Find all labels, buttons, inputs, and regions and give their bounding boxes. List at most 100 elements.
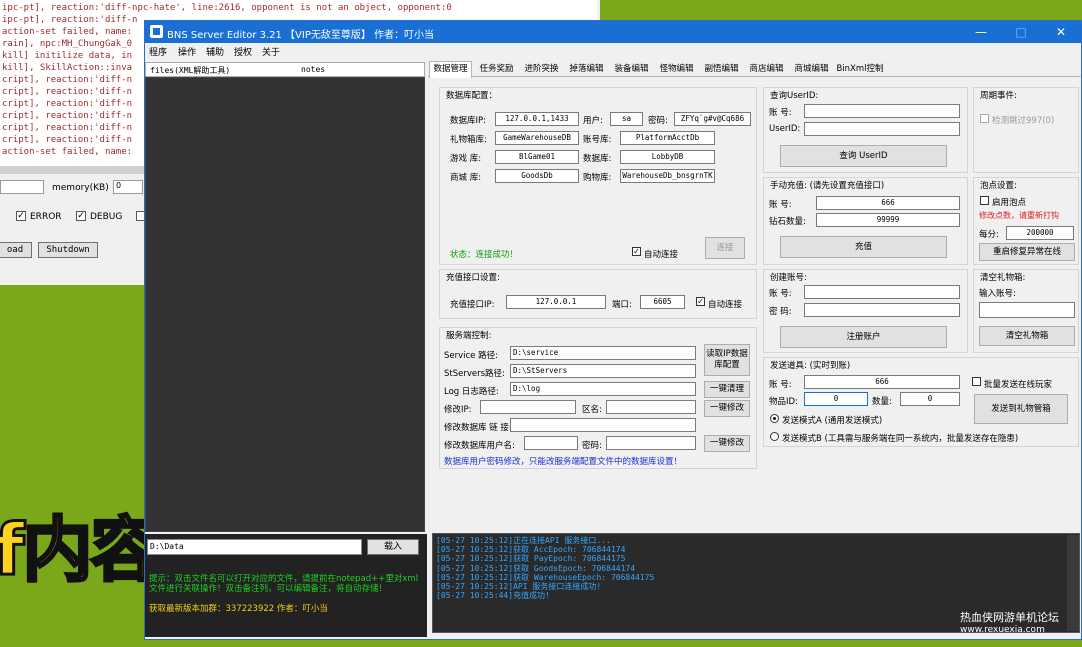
background-scrollbar[interactable] <box>0 166 145 174</box>
tab-mall-edit[interactable]: 商城编辑 <box>790 62 833 77</box>
menu-license[interactable]: 授权 <box>234 45 252 58</box>
clear-gift-button[interactable]: 清空礼物箱 <box>979 326 1075 346</box>
api-auto-connect-checkbox[interactable]: ✓ <box>696 297 705 306</box>
log-path-input[interactable]: D:\log <box>510 382 696 396</box>
send-mode-b-radio[interactable] <box>770 432 779 441</box>
db-pwd-input[interactable]: ZFYq`g#v@Cq686 <box>674 112 751 126</box>
data-path-input[interactable]: D:\Data <box>147 539 362 555</box>
send-mode-a-radio[interactable] <box>770 414 779 423</box>
debug-label: DEBUG <box>90 212 123 222</box>
bubble-each-input[interactable]: 200000 <box>1006 226 1074 240</box>
send-acct-input[interactable]: 666 <box>804 375 960 389</box>
service-path-input[interactable]: D:\service <box>510 346 696 360</box>
clear-gift-input-label: 输入账号: <box>979 289 1016 299</box>
recharge-acct-input[interactable]: 666 <box>816 196 960 210</box>
tab-shop-edit[interactable]: 商店编辑 <box>745 62 788 77</box>
recharge-api-ip-input[interactable]: 127.0.0.1 <box>506 295 606 309</box>
batch-send-label: 批量发送在线玩家 <box>984 380 1053 390</box>
send-to-gift-button[interactable]: 发送到礼物管箱 <box>974 394 1068 424</box>
background-field[interactable] <box>0 180 44 194</box>
batch-send-checkbox[interactable] <box>972 377 981 386</box>
latest-version-text: 获取最新版本加群：337223922 作者：叮小当 <box>149 604 328 614</box>
recharge-group: 手动充值: (请先设置充值接口) 账 号: 666 钻石数量: 99999 充值 <box>763 177 968 265</box>
debug-checkbox[interactable]: ✓ <box>76 211 86 221</box>
file-list-header: files(XML解助工具) notes <box>145 62 425 77</box>
db-user-input[interactable]: sa <box>610 112 643 126</box>
file-list[interactable] <box>145 77 425 532</box>
memory-field[interactable]: 0 <box>113 180 143 194</box>
tab-drop-edit[interactable]: 掉落编辑 <box>565 62 608 77</box>
notes-column-header[interactable]: notes <box>301 65 325 74</box>
tab-dungeon-edit[interactable]: 副悟编辑 <box>700 62 743 77</box>
server-control-group: 服务端控制: Service 路径: D:\service StServers路… <box>439 327 757 469</box>
tab-monster-edit[interactable]: 怪物编辑 <box>655 62 698 77</box>
modify-ip-input[interactable] <box>480 400 576 414</box>
stservers-path-input[interactable]: D:\StServers <box>510 364 696 378</box>
one-click-modify-db-button[interactable]: 一键修改 <box>704 435 750 452</box>
one-click-modify-button[interactable]: 一键修改 <box>704 400 750 417</box>
title-bar[interactable]: BNS Server Editor 3.21 【VIP无敌至尊版】 作者：叮小当… <box>145 21 1081 43</box>
register-button[interactable]: 注册账户 <box>780 326 947 348</box>
db-link-input[interactable] <box>510 418 696 432</box>
acct-db-input[interactable]: PlatformAcctDb <box>620 131 715 145</box>
log-line: [05-27 10:25:12]正在连接API 服务接口... <box>436 536 611 545</box>
quantity-input[interactable]: 0 <box>900 392 960 406</box>
recharge-amount-input[interactable]: 99999 <box>816 213 960 227</box>
buy-db-input[interactable]: WarehouseDb_bnsgrnTK <box>620 169 715 183</box>
area-name-input[interactable] <box>606 400 696 414</box>
game-db-input[interactable]: BlGame01 <box>495 150 579 164</box>
query-user-group: 查询UserID: 账 号: UserID: 查询 UserID <box>763 87 968 173</box>
log-scrollbar[interactable] <box>1067 535 1079 631</box>
menu-program[interactable]: 程序 <box>149 45 167 58</box>
acct-db-label: 账号库: <box>583 135 612 145</box>
one-click-clean-button[interactable]: 一键清理 <box>704 381 750 398</box>
enable-bubble-checkbox[interactable] <box>980 196 989 205</box>
load-data-button[interactable]: 载入 <box>367 539 419 555</box>
create-pwd-input[interactable] <box>804 303 960 317</box>
mall-db-label: 商城 库: <box>450 173 482 183</box>
tab-binxml[interactable]: BinXml控制 <box>835 62 885 77</box>
data-db-input[interactable]: LobbyDB <box>620 150 715 164</box>
files-column-header[interactable]: files(XML解助工具) <box>150 65 230 76</box>
read-ip-db-button[interactable]: 读取IP数据库配置 <box>704 344 750 376</box>
gift-db-input[interactable]: GameWarehouseDB <box>495 131 579 145</box>
tab-advance[interactable]: 进阶突换 <box>520 62 563 77</box>
recharge-acct-label: 账 号: <box>769 200 792 210</box>
clear-gift-title: 清空礼物箱: <box>978 271 1028 283</box>
load-button[interactable]: oad <box>0 242 32 258</box>
recharge-api-port-input[interactable]: 6605 <box>640 295 685 309</box>
recharge-button[interactable]: 充值 <box>780 236 947 258</box>
mall-db-input[interactable]: GoodsDb <box>495 169 579 183</box>
menu-operate[interactable]: 操作 <box>178 45 196 58</box>
tab-quest-reward[interactable]: 任务奖励 <box>475 62 518 77</box>
db-pwd-modify-label: 密码: <box>582 441 602 451</box>
quantity-label: 数量: <box>872 397 892 407</box>
tab-equip-edit[interactable]: 装备编辑 <box>610 62 653 77</box>
error-checkbox[interactable]: ✓ <box>16 211 26 221</box>
restart-fix-button[interactable]: 重启修复异常在线 <box>979 243 1075 261</box>
query-acct-input[interactable] <box>804 104 960 118</box>
bubble-each-label: 每分: <box>979 230 999 240</box>
memory-label: memory(KB) <box>52 183 109 193</box>
clear-gift-input[interactable] <box>979 302 1075 318</box>
close-button[interactable]: ✕ <box>1041 21 1081 43</box>
query-userid-input[interactable] <box>804 122 960 136</box>
db-pwd-modify-input[interactable] <box>606 436 696 450</box>
db-ip-input[interactable]: 127.0.0.1,1433 <box>495 112 579 126</box>
create-acct-input[interactable] <box>804 285 960 299</box>
menu-about[interactable]: 关于 <box>262 45 280 58</box>
log-line: [05-27 10:25:12]获取 GoodsEpoch: 706844174 <box>436 563 636 573</box>
shutdown-button[interactable]: Shutdown <box>38 242 98 258</box>
tab-data-manage[interactable]: 数据管理 <box>429 61 472 78</box>
menu-assist[interactable]: 辅助 <box>206 45 224 58</box>
item-id-input[interactable]: 0 <box>804 392 868 406</box>
query-userid-button[interactable]: 查询 UserID <box>780 145 947 167</box>
send-acct-label: 账 号: <box>769 380 792 390</box>
maximize-button[interactable]: □ <box>1001 21 1041 43</box>
minimize-button[interactable]: — <box>961 21 1001 43</box>
skip-checkbox[interactable] <box>980 114 989 123</box>
auto-connect-checkbox[interactable]: ✓ <box>632 247 641 256</box>
connect-button[interactable]: 连接 <box>705 237 745 259</box>
db-pwd-label: 密码: <box>648 116 668 126</box>
db-user-modify-input[interactable] <box>524 436 578 450</box>
